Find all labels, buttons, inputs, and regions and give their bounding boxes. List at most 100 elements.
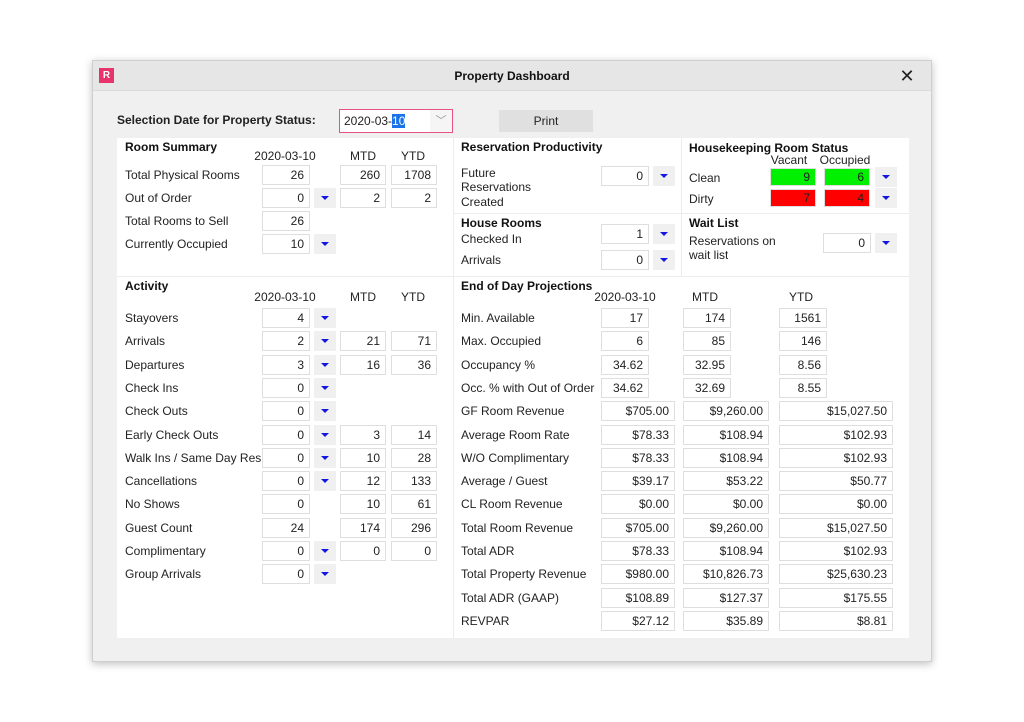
activity-day-value[interactable]: 0 xyxy=(262,471,310,492)
activity-dropdown-icon[interactable] xyxy=(314,471,336,492)
activity-ytd-value[interactable]: 14 xyxy=(391,424,437,445)
activity-day-value[interactable]: 0 xyxy=(262,401,310,422)
end-of-day-mtd-value[interactable]: $9,260.00 xyxy=(683,401,769,422)
end-of-day-day-value[interactable]: $39.17 xyxy=(601,471,675,492)
end-of-day-mtd-value[interactable]: $108.94 xyxy=(683,424,769,445)
end-of-day-mtd-value[interactable]: $108.94 xyxy=(683,447,769,468)
selection-date-picker[interactable]: 2020-03-10 ﹀ xyxy=(339,109,453,133)
activity-day-value[interactable]: 0 xyxy=(262,447,310,468)
activity-ytd-value[interactable]: 0 xyxy=(391,541,437,561)
end-of-day-mtd-value[interactable]: 32.95 xyxy=(683,354,731,375)
activity-ytd-value[interactable]: 36 xyxy=(391,354,437,375)
activity-ytd-value[interactable]: 296 xyxy=(391,517,437,538)
dirty-dropdown-icon[interactable] xyxy=(875,188,897,208)
future-reservations-dropdown-icon[interactable] xyxy=(653,166,675,186)
activity-ytd-value[interactable]: 133 xyxy=(391,471,437,492)
dirty-vacant-value[interactable]: 7 xyxy=(770,189,816,207)
wait-list-dropdown-icon[interactable] xyxy=(875,233,897,253)
end-of-day-day-value[interactable]: $705.00 xyxy=(601,517,675,538)
clean-dropdown-icon[interactable] xyxy=(875,167,897,187)
checked-in-value[interactable]: 1 xyxy=(601,224,649,244)
end-of-day-ytd-value[interactable]: $25,630.23 xyxy=(779,564,893,585)
activity-day-value[interactable]: 0 xyxy=(262,541,310,561)
end-of-day-day-value[interactable]: 34.62 xyxy=(601,354,649,375)
end-of-day-ytd-value[interactable]: $102.93 xyxy=(779,541,893,561)
print-button[interactable]: Print xyxy=(499,110,593,132)
room-summary-day-value[interactable]: 26 xyxy=(262,165,310,185)
future-reservations-value[interactable]: 0 xyxy=(601,166,649,186)
wait-list-value[interactable]: 0 xyxy=(823,233,871,253)
activity-mtd-value[interactable]: 21 xyxy=(340,331,386,352)
end-of-day-ytd-value[interactable]: 1561 xyxy=(779,308,827,328)
end-of-day-ytd-value[interactable]: $102.93 xyxy=(779,424,893,445)
end-of-day-day-value[interactable]: 17 xyxy=(601,308,649,328)
activity-day-value[interactable]: 2 xyxy=(262,331,310,352)
end-of-day-day-value[interactable]: $78.33 xyxy=(601,424,675,445)
activity-dropdown-icon[interactable] xyxy=(314,401,336,422)
activity-day-value[interactable]: 3 xyxy=(262,354,310,375)
end-of-day-ytd-value[interactable]: $15,027.50 xyxy=(779,401,893,422)
activity-mtd-value[interactable]: 0 xyxy=(340,541,386,561)
activity-day-value[interactable]: 0 xyxy=(262,564,310,585)
activity-dropdown-icon[interactable] xyxy=(314,354,336,375)
room-summary-dropdown-icon[interactable] xyxy=(314,234,336,254)
activity-ytd-value[interactable]: 28 xyxy=(391,447,437,468)
room-summary-ytd-value[interactable]: 2 xyxy=(391,188,437,208)
activity-day-value[interactable]: 0 xyxy=(262,494,310,515)
end-of-day-mtd-value[interactable]: $0.00 xyxy=(683,494,769,515)
chevron-down-icon[interactable]: ﹀ xyxy=(430,110,452,132)
activity-day-value[interactable]: 0 xyxy=(262,377,310,398)
house-arrivals-value[interactable]: 0 xyxy=(601,250,649,270)
activity-mtd-value[interactable]: 16 xyxy=(340,354,386,375)
end-of-day-day-value[interactable]: $0.00 xyxy=(601,494,675,515)
end-of-day-ytd-value[interactable]: $102.93 xyxy=(779,447,893,468)
end-of-day-mtd-value[interactable]: $127.37 xyxy=(683,587,769,608)
dirty-occupied-value[interactable]: 4 xyxy=(824,189,870,207)
clean-vacant-value[interactable]: 9 xyxy=(770,168,816,186)
end-of-day-mtd-value[interactable]: $53.22 xyxy=(683,471,769,492)
end-of-day-mtd-value[interactable]: 174 xyxy=(683,308,731,328)
close-button[interactable]: ✕ xyxy=(897,66,917,86)
end-of-day-mtd-value[interactable]: $10,826.73 xyxy=(683,564,769,585)
activity-day-value[interactable]: 4 xyxy=(262,308,310,328)
end-of-day-day-value[interactable]: $108.89 xyxy=(601,587,675,608)
end-of-day-mtd-value[interactable]: $108.94 xyxy=(683,541,769,561)
activity-dropdown-icon[interactable] xyxy=(314,541,336,561)
activity-mtd-value[interactable]: 3 xyxy=(340,424,386,445)
end-of-day-day-value[interactable]: $705.00 xyxy=(601,401,675,422)
clean-occupied-value[interactable]: 6 xyxy=(824,168,870,186)
end-of-day-day-value[interactable]: $78.33 xyxy=(601,447,675,468)
end-of-day-ytd-value[interactable]: $50.77 xyxy=(779,471,893,492)
activity-mtd-value[interactable]: 10 xyxy=(340,494,386,515)
room-summary-dropdown-icon[interactable] xyxy=(314,188,336,208)
activity-ytd-value[interactable]: 71 xyxy=(391,331,437,352)
end-of-day-mtd-value[interactable]: $9,260.00 xyxy=(683,517,769,538)
end-of-day-ytd-value[interactable]: $8.81 xyxy=(779,610,893,631)
end-of-day-day-value[interactable]: $27.12 xyxy=(601,610,675,631)
house-arrivals-dropdown-icon[interactable] xyxy=(653,250,675,270)
room-summary-ytd-value[interactable]: 1708 xyxy=(391,165,437,185)
end-of-day-ytd-value[interactable]: 8.56 xyxy=(779,354,827,375)
end-of-day-ytd-value[interactable]: $175.55 xyxy=(779,587,893,608)
end-of-day-ytd-value[interactable]: 146 xyxy=(779,331,827,352)
activity-dropdown-icon[interactable] xyxy=(314,331,336,352)
end-of-day-ytd-value[interactable]: 8.55 xyxy=(779,377,827,398)
activity-mtd-value[interactable]: 174 xyxy=(340,517,386,538)
activity-dropdown-icon[interactable] xyxy=(314,308,336,328)
activity-dropdown-icon[interactable] xyxy=(314,564,336,585)
end-of-day-day-value[interactable]: 34.62 xyxy=(601,377,649,398)
end-of-day-day-value[interactable]: 6 xyxy=(601,331,649,352)
activity-mtd-value[interactable]: 12 xyxy=(340,471,386,492)
activity-ytd-value[interactable]: 61 xyxy=(391,494,437,515)
room-summary-day-value[interactable]: 26 xyxy=(262,211,310,231)
room-summary-day-value[interactable]: 0 xyxy=(262,188,310,208)
end-of-day-mtd-value[interactable]: $35.89 xyxy=(683,610,769,631)
end-of-day-day-value[interactable]: $980.00 xyxy=(601,564,675,585)
end-of-day-day-value[interactable]: $78.33 xyxy=(601,541,675,561)
activity-dropdown-icon[interactable] xyxy=(314,447,336,468)
checked-in-dropdown-icon[interactable] xyxy=(653,224,675,244)
activity-day-value[interactable]: 0 xyxy=(262,424,310,445)
end-of-day-ytd-value[interactable]: $0.00 xyxy=(779,494,893,515)
end-of-day-mtd-value[interactable]: 32.69 xyxy=(683,377,731,398)
end-of-day-mtd-value[interactable]: 85 xyxy=(683,331,731,352)
